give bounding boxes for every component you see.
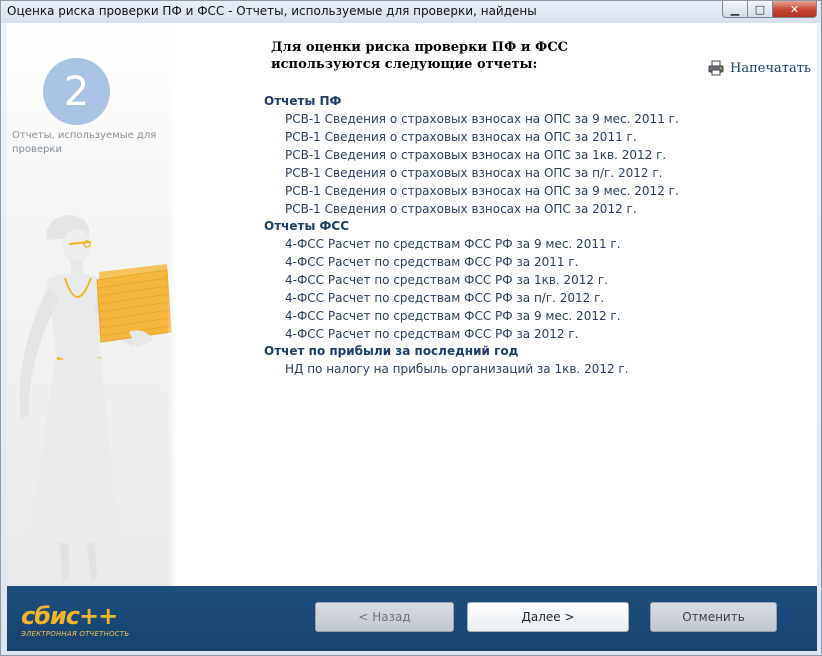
wizard-client-area: 2 Отчеты, используемые для проверки Для …	[7, 23, 817, 651]
report-item: РСВ-1 Сведения о страховых взносах на ОП…	[285, 166, 663, 180]
group-title: Отчеты ПФ	[264, 94, 342, 108]
report-item: РСВ-1 Сведения о страховых взносах на ОП…	[285, 112, 679, 126]
printer-icon	[708, 60, 724, 76]
group-title: Отчет по прибыли за последний год	[264, 344, 519, 358]
report-item: 4-ФСС Расчет по средствам ФСС РФ за п/г.…	[285, 291, 605, 305]
report-item: 4-ФСС Расчет по средствам ФСС РФ за 9 ме…	[285, 309, 621, 323]
report-item: 4-ФСС Расчет по средствам ФСС РФ за 1кв.…	[285, 273, 608, 287]
page-heading: Для оценки риска проверки ПФ и ФСС испол…	[271, 39, 591, 73]
left-panel: 2 Отчеты, используемые для проверки	[7, 23, 177, 586]
logo-subtitle: ЭЛЕКТРОННАЯ ОТЧЕТНОСТЬ	[21, 630, 130, 638]
window-controls: ▁ □ ✕	[722, 1, 817, 18]
woman-with-documents-illustration	[19, 215, 172, 580]
report-item: РСВ-1 Сведения о страховых взносах на ОП…	[285, 184, 679, 198]
report-item: 4-ФСС Расчет по средствам ФСС РФ за 9 ме…	[285, 237, 621, 251]
group-title: Отчеты ФСС	[264, 219, 350, 233]
logo-text: сбис++	[21, 602, 118, 630]
wizard-window: Оценка риска проверки ПФ и ФСС - Отчеты,…	[0, 0, 822, 656]
report-item: РСВ-1 Сведения о страховых взносах на ОП…	[285, 130, 637, 144]
window-title: Оценка риска проверки ПФ и ФСС - Отчеты,…	[7, 4, 537, 18]
close-icon: ✕	[789, 2, 800, 16]
print-label: Напечатать	[730, 60, 812, 76]
step-caption: Отчеты, используемые для проверки	[12, 130, 157, 155]
next-button[interactable]: Далее >	[467, 602, 629, 632]
step-number-badge: 2	[43, 58, 110, 125]
report-item: РСВ-1 Сведения о страховых взносах на ОП…	[285, 202, 637, 216]
cancel-button[interactable]: Отменить	[650, 602, 777, 632]
sbis-logo: сбис++ ЭЛЕКТРОННАЯ ОТЧЕТНОСТЬ	[21, 603, 129, 638]
maximize-icon: □	[754, 2, 766, 16]
report-group-pf: Отчеты ПФ РСВ-1 Сведения о страховых взн…	[264, 93, 734, 218]
report-list: Отчеты ПФ РСВ-1 Сведения о страховых взн…	[264, 93, 734, 378]
report-item: РСВ-1 Сведения о страховых взносах на ОП…	[285, 148, 667, 162]
report-group-profit: Отчет по прибыли за последний год НД по …	[264, 343, 734, 378]
back-button[interactable]: < Назад	[315, 602, 454, 632]
maximize-button[interactable]: □	[748, 1, 773, 18]
bottom-bar: сбис++ ЭЛЕКТРОННАЯ ОТЧЕТНОСТЬ < Назад Да…	[7, 586, 817, 651]
minimize-icon: ▁	[730, 2, 740, 16]
print-button[interactable]: Напечатать	[708, 60, 811, 76]
report-item: 4-ФСС Расчет по средствам ФСС РФ за 2012…	[285, 327, 579, 341]
step-number: 2	[63, 68, 90, 115]
close-button[interactable]: ✕	[773, 1, 817, 18]
report-item: 4-ФСС Расчет по средствам ФСС РФ за 2011…	[285, 255, 579, 269]
report-item: НД по налогу на прибыль организаций за 1…	[285, 362, 629, 376]
heading-line-1: Для оценки риска проверки ПФ и ФСС	[271, 40, 569, 55]
minimize-button[interactable]: ▁	[722, 1, 748, 18]
papers-stack	[96, 264, 172, 343]
report-group-fss: Отчеты ФСС 4-ФСС Расчет по средствам ФСС…	[264, 218, 734, 343]
heading-line-2: используются следующие отчеты:	[271, 57, 538, 72]
title-bar[interactable]: Оценка риска проверки ПФ и ФСС - Отчеты,…	[1, 1, 821, 23]
